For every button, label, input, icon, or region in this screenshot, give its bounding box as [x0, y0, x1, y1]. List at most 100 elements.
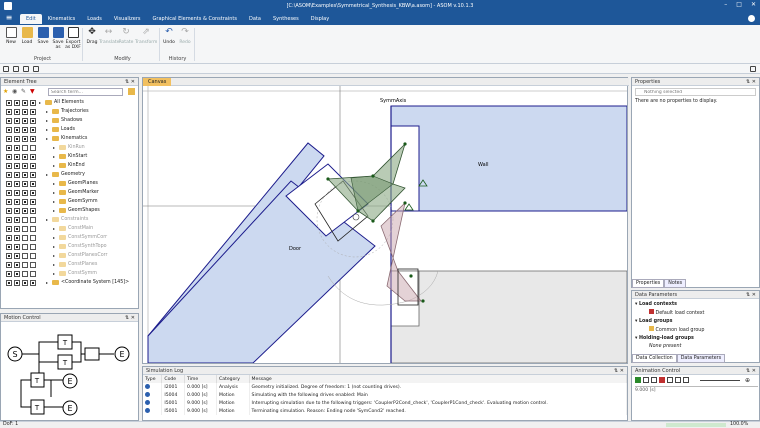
expand-arrow-icon[interactable]: ▸ — [46, 217, 48, 222]
visibility-checkbox[interactable] — [30, 181, 36, 187]
tab-edit[interactable]: Edit — [20, 14, 42, 24]
visibility-checkbox[interactable] — [6, 118, 12, 124]
section-holding-load-groups[interactable]: ▾ Holding-load groups — [635, 335, 704, 343]
expand-arrow-icon[interactable]: ▸ — [46, 172, 48, 177]
load-button[interactable]: Load — [19, 27, 35, 55]
tab-notes[interactable]: Notes — [664, 279, 687, 288]
visibility-checkbox[interactable] — [30, 136, 36, 142]
tree-item[interactable]: ▸ ConstSymm — [3, 270, 137, 279]
expand-arrow-icon[interactable]: ▸ — [46, 109, 48, 114]
visibility-checkbox[interactable] — [30, 280, 36, 286]
expand-arrow-icon[interactable]: ▸ — [53, 253, 55, 258]
visibility-checkbox[interactable] — [6, 262, 12, 268]
tree-item[interactable]: ▸ Kinematics — [3, 135, 137, 144]
visibility-checkbox[interactable] — [6, 226, 12, 232]
visibility-checkbox[interactable] — [6, 199, 12, 205]
visibility-checkbox[interactable] — [30, 199, 36, 205]
visibility-checkbox[interactable] — [30, 100, 36, 106]
visibility-checkbox[interactable] — [14, 172, 20, 178]
transition-node[interactable] — [84, 347, 100, 361]
tree-item[interactable]: ▸ ConstPlanes — [3, 261, 137, 270]
visibility-checkbox[interactable] — [14, 262, 20, 268]
tree-item[interactable]: ▸ ConstPlanesCorr — [3, 252, 137, 261]
visibility-checkbox[interactable] — [22, 280, 28, 286]
target-icon[interactable]: ⊕ — [745, 377, 750, 384]
visibility-checkbox[interactable] — [14, 217, 20, 223]
expand-arrow-icon[interactable]: ▸ — [46, 127, 48, 132]
visibility-checkbox[interactable] — [22, 190, 28, 196]
joint-point[interactable] — [326, 177, 330, 181]
export-icon[interactable] — [683, 377, 689, 383]
visibility-checkbox[interactable] — [22, 145, 28, 151]
visibility-checkbox[interactable] — [14, 118, 20, 124]
curve-icon[interactable] — [13, 66, 19, 72]
expand-arrow-icon[interactable]: ▸ — [53, 244, 55, 249]
visibility-checkbox[interactable] — [22, 136, 28, 142]
new-button[interactable]: New — [3, 27, 19, 55]
table-row[interactable]: I5004 0.000 [s] Motion Simulating with the … — [143, 391, 628, 399]
visibility-checkbox[interactable] — [6, 145, 12, 151]
loop-icon[interactable] — [667, 377, 673, 383]
visibility-checkbox[interactable] — [6, 235, 12, 241]
visibility-checkbox[interactable] — [30, 154, 36, 160]
list-item[interactable]: Common load group — [635, 326, 704, 335]
tree-item[interactable]: ▸ ConstSynthTopo — [3, 243, 137, 252]
tab-data[interactable]: Data — [243, 14, 267, 24]
visibility-checkbox[interactable] — [30, 262, 36, 268]
visibility-checkbox[interactable] — [6, 100, 12, 106]
expand-arrow-icon[interactable]: ▸ — [53, 190, 55, 195]
translate-button[interactable]: ↔ Translate — [99, 27, 119, 55]
pin-close-icon[interactable]: ⇅ ✕ — [614, 367, 624, 375]
rotate-button[interactable]: ↻ Rotate — [118, 27, 134, 55]
visibility-checkbox[interactable] — [22, 100, 28, 106]
export-dxf-button[interactable]: Export as DXF — [65, 27, 81, 55]
visibility-checkbox[interactable] — [30, 190, 36, 196]
visibility-checkbox[interactable] — [14, 235, 20, 241]
help-icon[interactable] — [748, 15, 755, 22]
tab-display[interactable]: Display — [305, 14, 335, 24]
tree-item[interactable]: ▸ Constraints — [3, 216, 137, 225]
tree-item[interactable]: ▸ Geometry — [3, 171, 137, 180]
visibility-checkbox[interactable] — [6, 136, 12, 142]
visibility-checkbox[interactable] — [22, 262, 28, 268]
visibility-checkbox[interactable] — [22, 199, 28, 205]
expand-arrow-icon[interactable]: ▸ — [53, 154, 55, 159]
visibility-checkbox[interactable] — [14, 145, 20, 151]
visibility-checkbox[interactable] — [6, 181, 12, 187]
record-icon[interactable] — [675, 377, 681, 383]
cross-icon[interactable] — [23, 66, 29, 72]
visibility-checkbox[interactable] — [14, 181, 20, 187]
visibility-checkbox[interactable] — [30, 163, 36, 169]
joint-point[interactable] — [356, 209, 360, 213]
visibility-checkbox[interactable] — [14, 271, 20, 277]
visibility-checkbox[interactable] — [22, 181, 28, 187]
tab-syntheses[interactable]: Syntheses — [267, 14, 305, 24]
canvas-drawing[interactable]: SymmAxis Wall Door — [143, 86, 627, 363]
expand-arrow-icon[interactable]: ▸ — [53, 226, 55, 231]
line-icon[interactable] — [33, 66, 39, 72]
tree-item[interactable]: ▸ GeomPlanes — [3, 180, 137, 189]
visibility-checkbox[interactable] — [14, 163, 20, 169]
drag-button[interactable]: ✥ Drag — [84, 27, 100, 55]
visibility-checkbox[interactable] — [6, 271, 12, 277]
save-button[interactable]: Save — [35, 27, 51, 55]
pin-close-icon[interactable]: ⇅ ✕ — [746, 367, 756, 375]
layout-icon[interactable] — [750, 66, 756, 72]
edit-icon[interactable]: ✎ — [21, 88, 26, 95]
tree-item[interactable]: ▸ KinEnd — [3, 162, 137, 171]
joint-point[interactable] — [403, 201, 407, 205]
table-row[interactable]: I5001 9.000 [s] Motion Terminating simulati… — [143, 407, 628, 415]
visibility-checkbox[interactable] — [6, 109, 12, 115]
expand-arrow-icon[interactable]: ▸ — [53, 262, 55, 267]
tree-search-input[interactable] — [48, 88, 123, 96]
maximize-icon[interactable]: □ — [736, 1, 742, 8]
visibility-checkbox[interactable] — [30, 271, 36, 277]
visibility-checkbox[interactable] — [22, 208, 28, 214]
tab-graphical-elements-constraints[interactable]: Graphical Elements & Constraints — [147, 14, 243, 24]
tab-data-parameters[interactable]: Data Parameters — [676, 354, 726, 363]
tree-item[interactable]: ▸ KinRun — [3, 144, 137, 153]
visibility-checkbox[interactable] — [14, 136, 20, 142]
tab-data-collection[interactable]: Data Collection — [632, 354, 677, 363]
expand-arrow-icon[interactable]: ▸ — [53, 145, 55, 150]
wall-shape[interactable] — [390, 105, 627, 212]
